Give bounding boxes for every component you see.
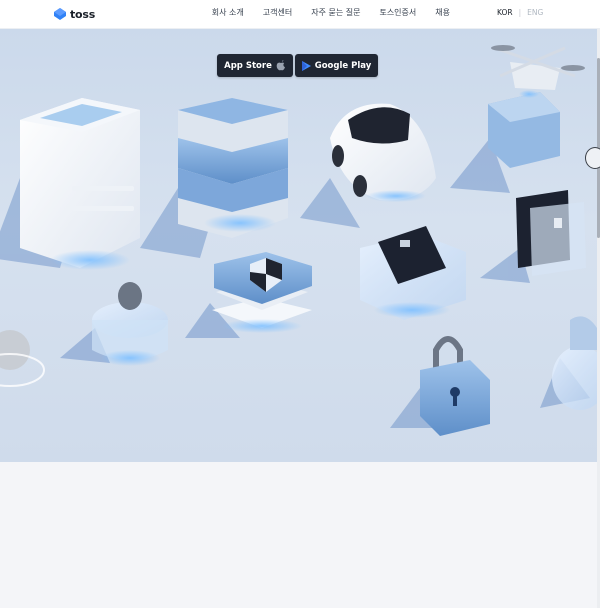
coin-object xyxy=(0,330,45,387)
card-glass-box-object xyxy=(360,226,466,320)
content-area xyxy=(0,462,597,608)
logo-text: toss xyxy=(70,7,96,21)
nav-item-support[interactable]: 고객센터 xyxy=(263,7,292,18)
hero-illustration xyxy=(0,45,597,436)
mouse-cursor-indicator xyxy=(585,147,600,169)
play-icon xyxy=(301,60,311,71)
padlock-object xyxy=(420,336,490,436)
nav-item-company[interactable]: 회사 소개 xyxy=(212,7,244,18)
lang-kor[interactable]: KOR xyxy=(497,8,513,17)
toss-logo-icon xyxy=(54,8,66,20)
car-object xyxy=(330,103,436,202)
server-box-object xyxy=(20,98,140,270)
google-play-label: Google Play xyxy=(314,60,372,71)
bottle-object xyxy=(552,316,597,410)
apple-icon xyxy=(276,60,285,71)
lang-eng[interactable]: ENG xyxy=(527,8,543,17)
stacked-box-object xyxy=(178,98,288,238)
app-store-label: App Store xyxy=(224,60,272,71)
card-object xyxy=(516,190,586,276)
google-play-button[interactable]: Google Play xyxy=(295,54,378,77)
language-switcher: KOR | ENG xyxy=(497,8,543,17)
main-menu: 회사 소개 고객센터 자주 묻는 질문 토스인증서 채용 xyxy=(212,7,450,18)
coin-jar-object xyxy=(92,282,168,366)
nav-item-faq[interactable]: 자주 묻는 질문 xyxy=(311,7,360,18)
toss-logo[interactable]: toss xyxy=(53,7,95,21)
shield-stack-object xyxy=(212,252,312,333)
nav-item-certificate[interactable]: 토스인증서 xyxy=(379,7,416,18)
drone-delivery-object xyxy=(488,45,585,168)
top-navigation: toss 회사 소개 고객센터 자주 묻는 질문 토스인증서 채용 KOR | … xyxy=(0,0,600,29)
lang-separator: | xyxy=(518,8,522,17)
nav-item-careers[interactable]: 채용 xyxy=(435,7,450,18)
hero-section: App Store Google Play xyxy=(0,28,597,462)
app-store-button[interactable]: App Store xyxy=(217,54,293,77)
